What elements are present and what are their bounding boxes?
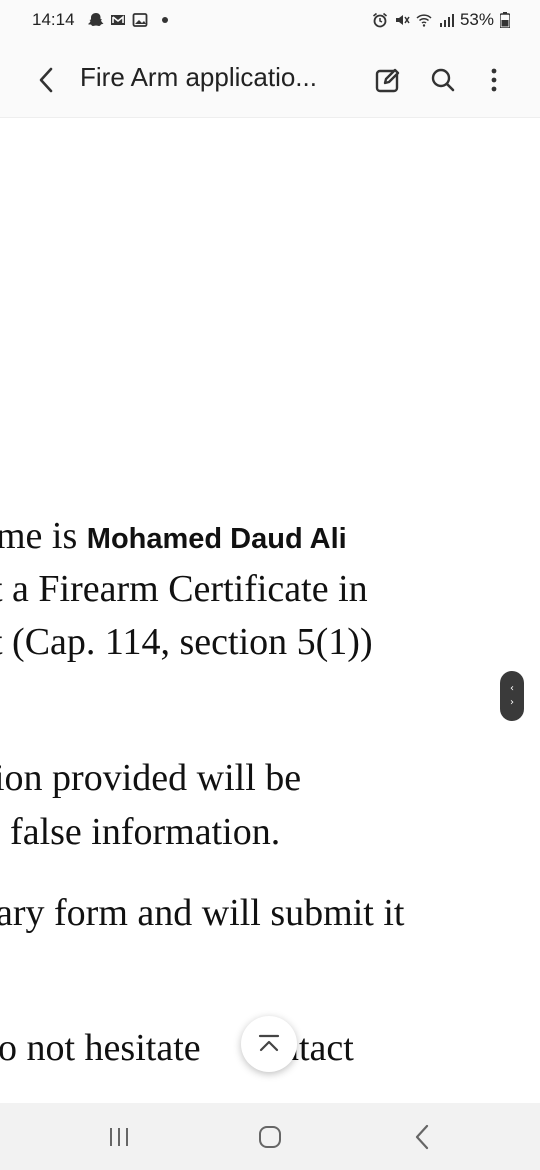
status-bar: 14:14 53%	[0, 0, 540, 42]
fast-scroll-handle[interactable]: ‹ ›	[500, 671, 524, 721]
document-line: ; false information.	[0, 811, 281, 853]
document-line: t a Firearm Certificate in	[0, 568, 368, 610]
nav-back-button[interactable]	[392, 1117, 452, 1157]
gallery-icon	[132, 13, 148, 27]
applicant-name: Mohamed Daud Ali	[86, 523, 347, 555]
back-button[interactable]	[28, 62, 64, 98]
document-line: ary form and will submit it	[0, 892, 405, 934]
battery-icon	[500, 12, 510, 28]
app-bar: Fire Arm applicatio...	[0, 42, 540, 118]
scroll-up-chevron-icon: ‹	[510, 683, 514, 694]
scroll-to-top-icon	[258, 1034, 280, 1052]
document-viewer[interactable]: me is Mohamed Daud Ali t a Firearm Certi…	[0, 118, 540, 1103]
alarm-icon	[372, 12, 387, 28]
document-line: t (Cap. 114, section 5(1))	[0, 621, 373, 663]
nav-back-icon	[415, 1124, 429, 1150]
home-button[interactable]	[240, 1117, 300, 1157]
gmail-icon	[111, 15, 125, 25]
more-notifications-dot	[162, 17, 168, 23]
recents-icon	[110, 1128, 128, 1146]
document-line: me is Mohamed Daud Ali	[0, 515, 347, 557]
edit-button[interactable]	[370, 62, 406, 98]
edit-icon	[375, 68, 400, 93]
scroll-down-chevron-icon: ›	[510, 697, 514, 708]
search-icon	[431, 68, 455, 92]
wifi-icon	[416, 14, 432, 27]
recents-button[interactable]	[89, 1117, 149, 1157]
more-options-button[interactable]	[476, 62, 512, 98]
document-title: Fire Arm applicatio...	[80, 62, 317, 92]
navigation-bar	[0, 1103, 540, 1170]
battery-percentage: 53%	[459, 10, 494, 29]
home-icon	[259, 1126, 281, 1148]
more-vert-icon	[491, 68, 497, 92]
document-line: ion provided will be	[0, 757, 302, 799]
status-time: 14:14	[32, 10, 75, 29]
scroll-to-top-button[interactable]	[241, 1016, 297, 1072]
snapchat-icon	[88, 13, 104, 26]
notification-icons	[88, 12, 168, 28]
document-line: o not hesitate contact	[0, 1027, 354, 1069]
back-arrow-icon	[39, 67, 53, 93]
signal-icon	[439, 14, 454, 27]
search-button[interactable]	[425, 62, 461, 98]
system-status: 53%	[372, 10, 510, 30]
mute-icon	[395, 15, 410, 25]
